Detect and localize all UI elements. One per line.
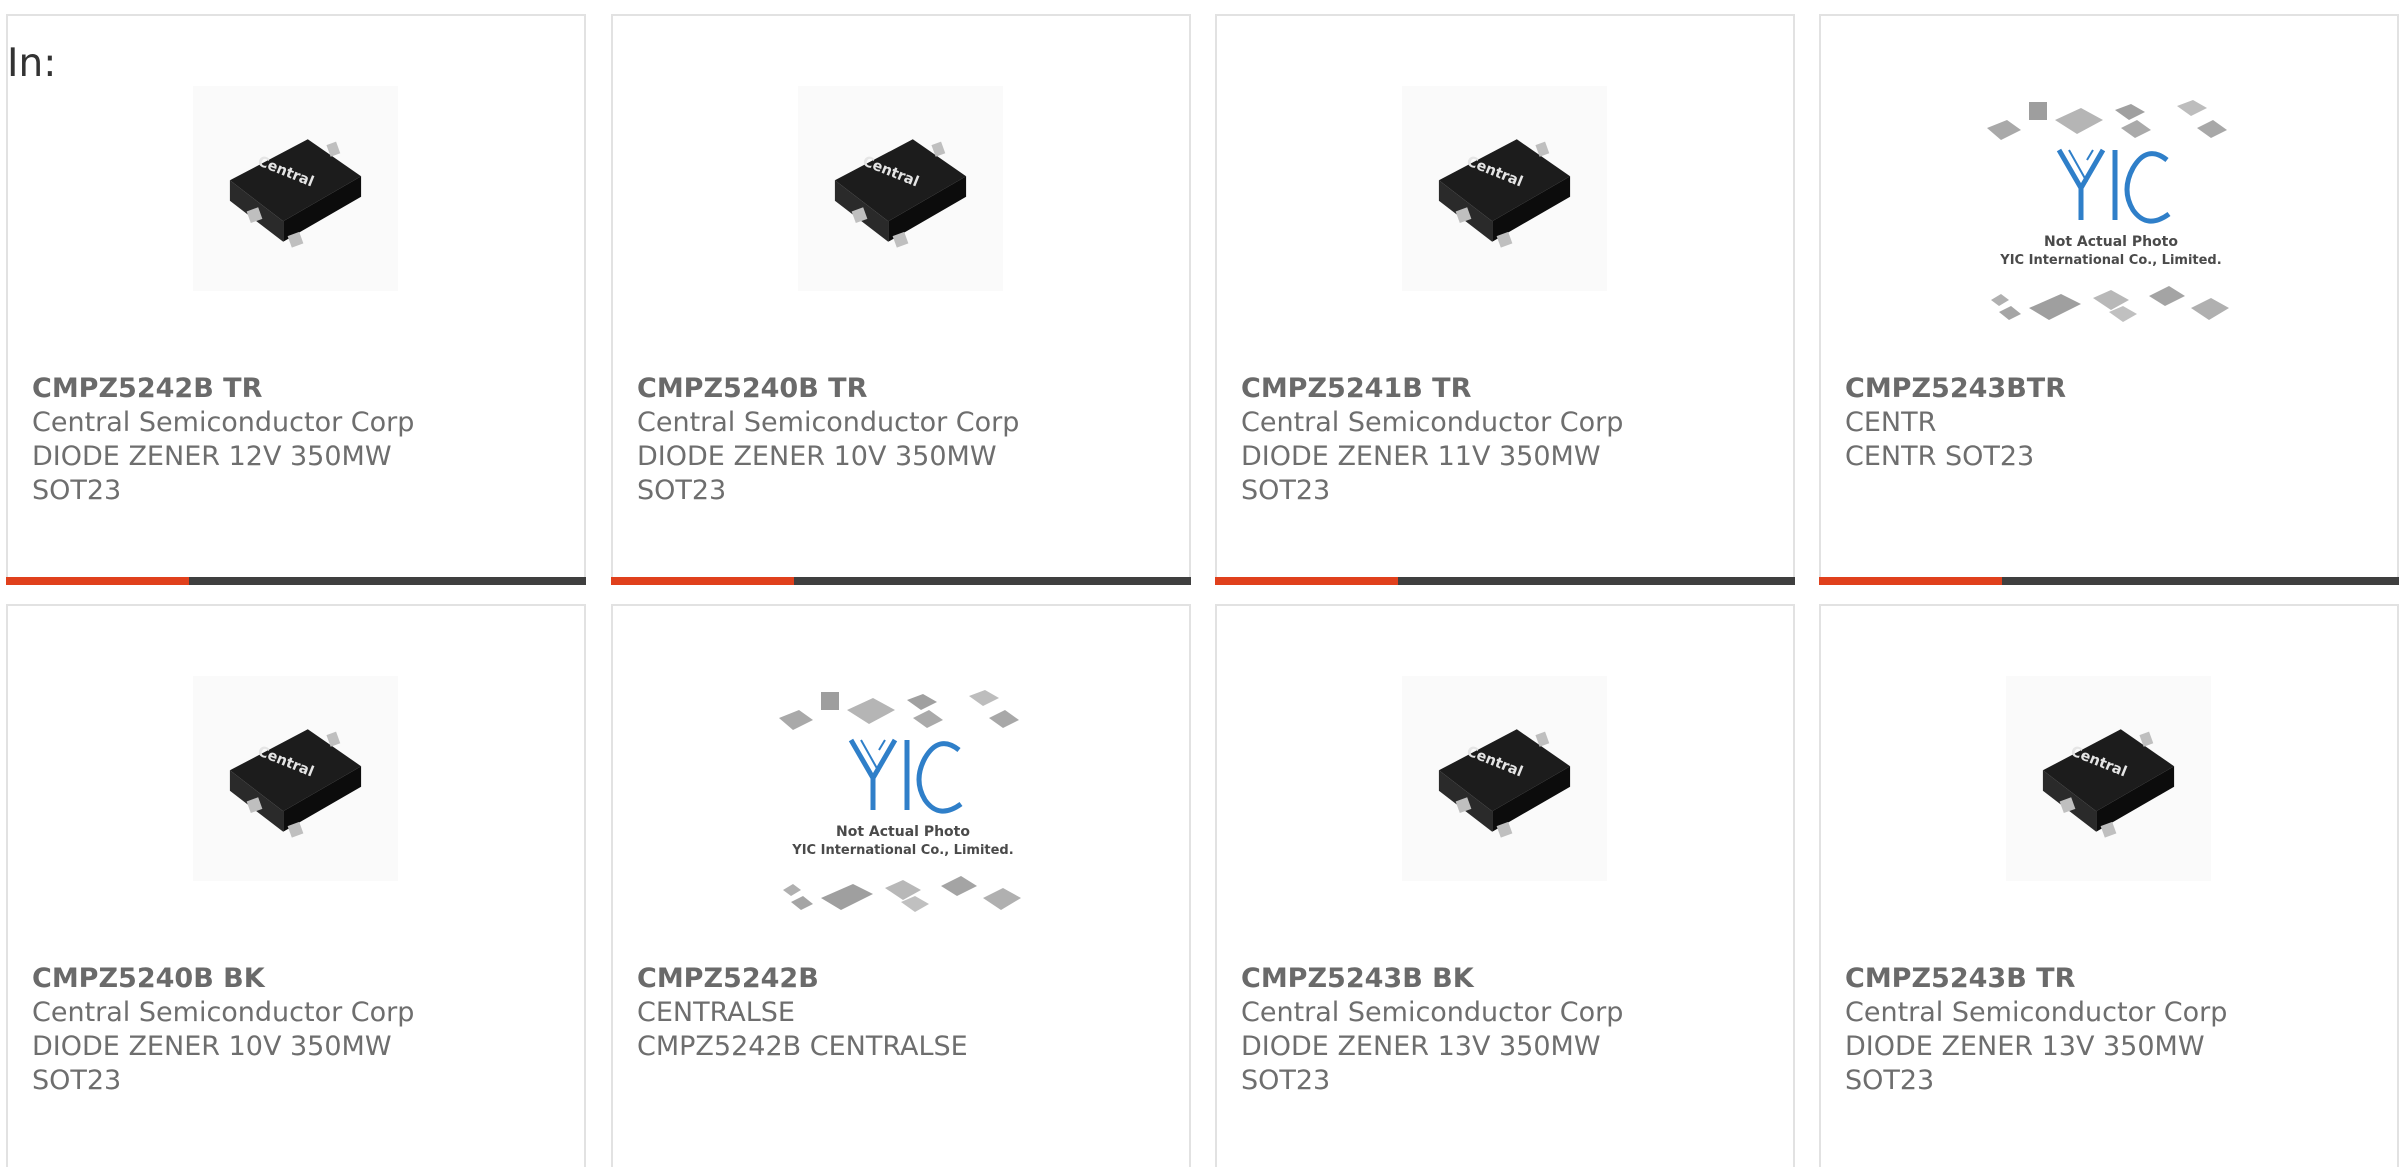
product-card[interactable]: Central CMPZ5241B TR Central Semiconduct… <box>1215 14 1795 585</box>
product-card[interactable]: Central CMPZ5243B TR Central Semiconduct… <box>1819 604 2399 1167</box>
description-line2: SOT23 <box>1845 1065 1935 1096</box>
description-line2: SOT23 <box>32 1065 122 1096</box>
card-bottom-bar <box>1215 577 1795 585</box>
product-card[interactable]: Central CMPZ5240B TR Central Semiconduct… <box>611 14 1191 585</box>
product-info: CMPZ5242B CENTRALSE CMPZ5242B CENTRALSE <box>637 962 1179 1064</box>
description-line2: SOT23 <box>32 475 122 506</box>
product-card[interactable]: Not Actual Photo YIC International Co., … <box>611 604 1191 1167</box>
product-card[interactable]: Not Actual Photo YIC International Co., … <box>1819 14 2399 585</box>
product-info: CMPZ5243B BK Central Semiconductor Corp … <box>1241 962 1783 1098</box>
description-line2: SOT23 <box>637 475 727 506</box>
product-info: CMPZ5243BTR CENTR CENTR SOT23 <box>1845 372 2387 474</box>
product-image-sot23[interactable]: Central <box>798 86 1003 291</box>
description-line1: DIODE ZENER 13V 350MW <box>1241 1031 1601 1062</box>
description-line1: DIODE ZENER 10V 350MW <box>637 441 997 472</box>
description-line1: CMPZ5242B CENTRALSE <box>637 1031 968 1062</box>
description-line2: SOT23 <box>1241 1065 1331 1096</box>
product-card[interactable]: Central CMPZ5242B TR Central Semiconduct… <box>6 14 586 585</box>
card-bottom-bar <box>1819 577 2399 585</box>
product-image-sot23[interactable]: Central <box>1402 86 1607 291</box>
part-number[interactable]: CMPZ5242B <box>637 962 1179 996</box>
product-image-yic-placeholder[interactable]: Not Actual Photo YIC International Co., … <box>1971 98 2251 348</box>
manufacturer: CENTRALSE <box>637 997 795 1028</box>
product-image-yic-placeholder[interactable]: Not Actual Photo YIC International Co., … <box>763 688 1043 938</box>
manufacturer: CENTR <box>1845 407 1937 438</box>
product-image-sot23[interactable]: Central <box>2006 676 2211 881</box>
manufacturer: Central Semiconductor Corp <box>1845 997 2228 1028</box>
manufacturer: Central Semiconductor Corp <box>32 997 415 1028</box>
card-accent-bar <box>611 577 794 585</box>
part-number[interactable]: CMPZ5242B TR <box>32 372 574 406</box>
product-info: CMPZ5240B TR Central Semiconductor Corp … <box>637 372 1179 508</box>
part-number[interactable]: CMPZ5240B BK <box>32 962 574 996</box>
product-image-sot23[interactable]: Central <box>193 676 398 881</box>
product-image-sot23[interactable]: Central <box>1402 676 1607 881</box>
product-info: CMPZ5240B BK Central Semiconductor Corp … <box>32 962 574 1098</box>
description-line1: CENTR SOT23 <box>1845 441 2035 472</box>
not-actual-photo-text: Not Actual Photo <box>2044 234 2178 250</box>
part-number[interactable]: CMPZ5243B TR <box>1845 962 2387 996</box>
manufacturer: Central Semiconductor Corp <box>32 407 415 438</box>
manufacturer: Central Semiconductor Corp <box>637 407 1020 438</box>
product-image-sot23[interactable]: Central <box>193 86 398 291</box>
product-card[interactable]: Central CMPZ5243B BK Central Semiconduct… <box>1215 604 1795 1167</box>
product-card[interactable]: Central CMPZ5240B BK Central Semiconduct… <box>6 604 586 1167</box>
product-info: CMPZ5241B TR Central Semiconductor Corp … <box>1241 372 1783 508</box>
description-line1: DIODE ZENER 13V 350MW <box>1845 1031 2205 1062</box>
yic-company-text: YIC International Co., Limited. <box>791 843 1013 858</box>
product-grid-page: In: Central CMPZ5242B TR Central Semicon… <box>0 0 2400 1167</box>
not-actual-photo-text: Not Actual Photo <box>836 824 970 840</box>
yic-company-text: YIC International Co., Limited. <box>1999 253 2221 268</box>
part-number[interactable]: CMPZ5240B TR <box>637 372 1179 406</box>
manufacturer: Central Semiconductor Corp <box>1241 407 1624 438</box>
description-line1: DIODE ZENER 11V 350MW <box>1241 441 1601 472</box>
description-line1: DIODE ZENER 10V 350MW <box>32 1031 392 1062</box>
product-info: CMPZ5243B TR Central Semiconductor Corp … <box>1845 962 2387 1098</box>
product-info: CMPZ5242B TR Central Semiconductor Corp … <box>32 372 574 508</box>
card-accent-bar <box>6 577 189 585</box>
part-number[interactable]: CMPZ5241B TR <box>1241 372 1783 406</box>
part-number[interactable]: CMPZ5243B BK <box>1241 962 1783 996</box>
manufacturer: Central Semiconductor Corp <box>1241 997 1624 1028</box>
description-line1: DIODE ZENER 12V 350MW <box>32 441 392 472</box>
card-bottom-bar <box>611 577 1191 585</box>
description-line2: SOT23 <box>1241 475 1331 506</box>
card-accent-bar <box>1215 577 1398 585</box>
in-label: In: <box>7 41 57 86</box>
card-bottom-bar <box>6 577 586 585</box>
part-number[interactable]: CMPZ5243BTR <box>1845 372 2387 406</box>
card-accent-bar <box>1819 577 2002 585</box>
